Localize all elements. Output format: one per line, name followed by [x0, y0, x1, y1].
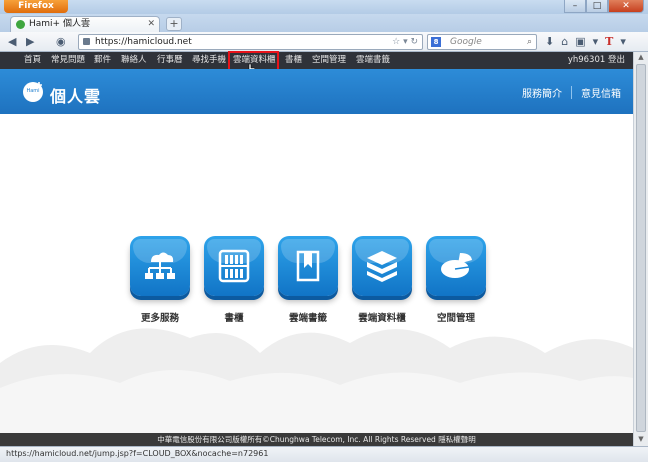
space-management-tile[interactable]: [426, 236, 486, 296]
scroll-thumb[interactable]: [636, 64, 646, 432]
logo-text[interactable]: 個人雲: [50, 83, 101, 107]
cloud-box-label[interactable]: 雲端資料櫃: [352, 310, 412, 324]
app-cloud-box[interactable]: 雲端資料櫃: [352, 236, 412, 324]
menu-item-cloud-bookmarks[interactable]: 雲端書籤: [356, 52, 390, 69]
firefox-menu-button[interactable]: Firefox: [4, 0, 68, 13]
user-logout-link[interactable]: yh96301 登出: [568, 52, 625, 69]
back-arrow-icon[interactable]: ◀: [8, 35, 16, 48]
bookshelf-label[interactable]: 書櫃: [204, 310, 264, 324]
menu-item-calendar[interactable]: 行事曆: [157, 52, 183, 69]
search-input[interactable]: 8 Google ⌕: [427, 34, 537, 50]
scroll-up-arrow-icon[interactable]: ▲: [636, 53, 646, 63]
bookmark-icon: [296, 250, 320, 282]
scroll-down-arrow-icon[interactable]: ▼: [636, 435, 646, 445]
storage-box-icon: [367, 251, 397, 282]
tab-close-icon[interactable]: ✕: [147, 17, 155, 31]
site-header: Hami 個人雲 服務簡介 意見信箱: [0, 69, 633, 114]
pie-chart-icon: [441, 253, 472, 278]
hami-cloud-logo-icon[interactable]: Hami: [22, 79, 46, 103]
minimize-button[interactable]: –: [564, 0, 586, 13]
hami-favicon-icon: [16, 20, 25, 29]
site-identity-icon[interactable]: ◉: [56, 35, 66, 48]
main-content: 更多服務 書櫃 雲端書籤 雲端資料櫃 空間管理: [0, 114, 633, 433]
app-space-management[interactable]: 空間管理: [426, 236, 486, 324]
search-icon[interactable]: ⌕: [527, 35, 532, 49]
app-cloud-bookmarks[interactable]: 雲端書籤: [278, 236, 338, 324]
close-window-button[interactable]: ✕: [608, 0, 644, 13]
app-bookshelf[interactable]: 書櫃: [204, 236, 264, 324]
tab-hami-cloud[interactable]: Hami+ 個人雲 ✕: [10, 16, 160, 32]
bookmark-star-icon[interactable]: ☆ ▾ ↻: [392, 35, 418, 49]
overflow-chevron-icon[interactable]: ▾: [620, 35, 626, 48]
site-footer: 中華電信股份有限公司版權所有©Chunghwa Telecom, Inc. Al…: [0, 433, 633, 446]
cloud-network-icon: [145, 252, 175, 279]
menu-chevron-icon[interactable]: ▾: [593, 35, 599, 48]
header-links: 服務簡介 意見信箱: [522, 85, 621, 100]
cloud-bookmarks-tile[interactable]: [278, 236, 338, 296]
status-bar: https://hamicloud.net/jump.jsp?f=CLOUD_B…: [0, 446, 648, 462]
tab-strip: Hami+ 個人雲 ✕ +: [0, 14, 648, 32]
menu-item-bookshelf[interactable]: 書櫃: [285, 52, 302, 69]
menu-item-home[interactable]: 首頁: [24, 52, 41, 69]
bookshelf-icon: [218, 249, 250, 283]
addon-t-icon[interactable]: T: [605, 35, 613, 48]
cloud-bookmarks-label[interactable]: 雲端書籤: [278, 310, 338, 324]
menu-item-contacts[interactable]: 聯絡人: [121, 52, 147, 69]
feedback-link[interactable]: 意見信箱: [581, 85, 621, 100]
navigation-toolbar: ◀ ▶ ◉ https://hamicloud.net ☆ ▾ ↻ 8 Goog…: [0, 32, 648, 52]
window-titlebar: Firefox – □ ✕: [0, 0, 648, 14]
maximize-button[interactable]: □: [586, 0, 608, 13]
menu-item-space-management[interactable]: 空間管理: [312, 52, 346, 69]
more-services-label[interactable]: 更多服務: [130, 310, 190, 324]
url-bar[interactable]: https://hamicloud.net ☆ ▾ ↻: [78, 34, 423, 50]
tab-title: Hami+ 個人雲: [29, 19, 90, 29]
app-more-services[interactable]: 更多服務: [130, 236, 190, 324]
logo-badge-text: Hami: [26, 88, 39, 94]
space-management-label[interactable]: 空間管理: [426, 310, 486, 324]
home-icon[interactable]: ⌂: [561, 35, 568, 48]
window-controls: – □ ✕: [564, 0, 644, 13]
vertical-scrollbar[interactable]: ▲ ▼: [633, 52, 648, 446]
menu-item-find-phone[interactable]: 尋找手機: [192, 52, 226, 69]
new-tab-button[interactable]: +: [166, 17, 182, 31]
bookshelf-tile[interactable]: [204, 236, 264, 296]
lock-icon: [83, 38, 90, 45]
search-engine-icon[interactable]: 8: [431, 37, 441, 47]
menu-item-faq[interactable]: 常見問題: [51, 52, 85, 69]
header-divider: [571, 86, 572, 99]
site-top-menu: 首頁 常見問題 郵件 聯絡人 行事曆 尋找手機 雲端資料櫃 書櫃 空間管理 雲端…: [0, 52, 633, 69]
toolbar-icons: ⬇ ⌂ ▣ ▾ T ▾: [545, 35, 626, 48]
search-placeholder: Google: [450, 37, 482, 47]
forward-arrow-icon[interactable]: ▶: [26, 35, 34, 48]
app-grid: 更多服務 書櫃 雲端書籤 雲端資料櫃 空間管理: [130, 236, 486, 324]
url-text: https://hamicloud.net: [95, 37, 192, 47]
bookmarks-icon[interactable]: ▣: [575, 35, 585, 48]
menu-item-mail[interactable]: 郵件: [94, 52, 111, 69]
more-services-tile[interactable]: [130, 236, 190, 296]
download-icon[interactable]: ⬇: [545, 35, 554, 48]
cloud-box-tile[interactable]: [352, 236, 412, 296]
service-intro-link[interactable]: 服務簡介: [522, 85, 562, 100]
